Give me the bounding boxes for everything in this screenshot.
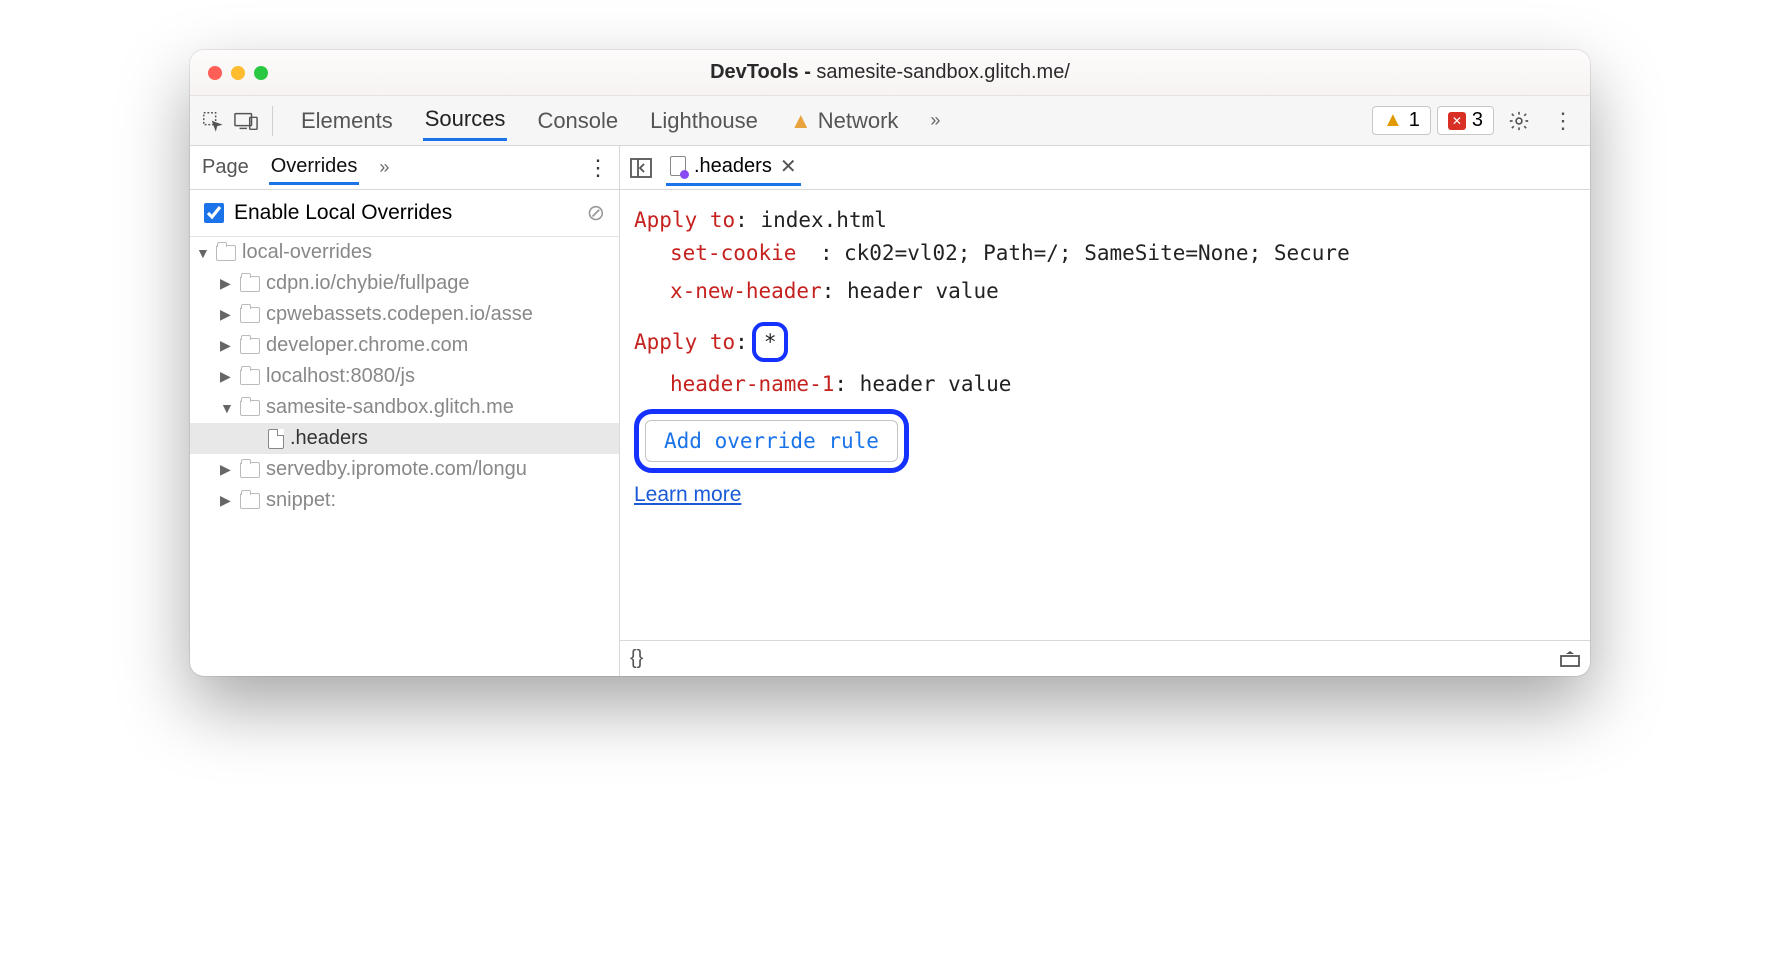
warning-icon: ▲ [1383, 109, 1403, 132]
enable-overrides-row: Enable Local Overrides ⊘ [190, 190, 619, 237]
tree-file-selected[interactable]: .headers [190, 423, 619, 454]
inspect-element-icon[interactable] [198, 107, 226, 135]
tab-console[interactable]: Console [535, 102, 620, 140]
editor-statusbar: {} [620, 640, 1590, 676]
settings-icon[interactable] [1500, 110, 1538, 132]
folder-icon [240, 462, 260, 478]
header-name[interactable]: header-name-1 [670, 372, 834, 396]
headers-editor[interactable]: Apply to: index.html set-cookie : ck02=v… [620, 190, 1590, 640]
file-tab-headers[interactable]: .headers ✕ [666, 150, 801, 186]
sidebar-tabs-overflow[interactable]: » [377, 153, 391, 182]
devtools-window: DevTools - samesite-sandbox.glitch.me/ E… [190, 50, 1590, 676]
folder-icon [240, 493, 260, 509]
tree-folder[interactable]: ▶snippet: [190, 485, 619, 516]
device-toolbar-icon[interactable] [232, 107, 260, 135]
folder-icon [240, 307, 260, 323]
wildcard-highlight: * [752, 322, 789, 363]
drawer-toggle-icon[interactable] [1560, 651, 1580, 667]
tab-network[interactable]: ▲ Network [788, 102, 901, 140]
window-title: DevTools - samesite-sandbox.glitch.me/ [190, 61, 1590, 84]
overrides-tree: ▼ local-overrides ▶cdpn.io/chybie/fullpa… [190, 237, 619, 676]
toggle-navigator-icon[interactable] [630, 158, 652, 178]
editor-pane: .headers ✕ Apply to: index.html set-cook… [620, 146, 1590, 676]
zoom-window-button[interactable] [254, 66, 268, 80]
folder-icon [240, 400, 260, 416]
header-value[interactable]: header value [847, 279, 999, 303]
minimize-window-button[interactable] [231, 66, 245, 80]
sources-sidebar: Page Overrides » ⋮ Enable Local Override… [190, 146, 620, 676]
add-override-rule-button[interactable]: Add override rule [645, 420, 898, 462]
close-window-button[interactable] [208, 66, 222, 80]
file-tabs: .headers ✕ [620, 146, 1590, 190]
header-name[interactable]: x-new-header [670, 279, 822, 303]
add-rule-highlight: Add override rule [634, 409, 909, 473]
warnings-badge[interactable]: ▲ 1 [1372, 106, 1431, 135]
sidebar-tab-page[interactable]: Page [200, 152, 251, 183]
error-icon: ✕ [1448, 112, 1466, 130]
tree-folder-expanded[interactable]: ▼samesite-sandbox.glitch.me [190, 392, 619, 423]
tree-folder[interactable]: ▶servedby.ipromote.com/longu [190, 454, 619, 485]
close-tab-icon[interactable]: ✕ [780, 154, 797, 179]
enable-overrides-checkbox[interactable] [204, 203, 224, 223]
folder-icon [240, 338, 260, 354]
errors-badge[interactable]: ✕ 3 [1437, 106, 1494, 135]
tab-sources[interactable]: Sources [423, 100, 508, 141]
file-icon [268, 429, 284, 449]
main-toolbar: Elements Sources Console Lighthouse ▲ Ne… [190, 96, 1590, 146]
more-options-icon[interactable]: ⋮ [1544, 108, 1582, 134]
sidebar-tab-overrides[interactable]: Overrides [269, 151, 360, 185]
tree-root[interactable]: ▼ local-overrides [190, 237, 619, 268]
tree-folder[interactable]: ▶cdpn.io/chybie/fullpage [190, 268, 619, 299]
tree-folder[interactable]: ▶localhost:8080/js [190, 361, 619, 392]
tab-lighthouse[interactable]: Lighthouse [648, 102, 760, 140]
tree-folder[interactable]: ▶developer.chrome.com [190, 330, 619, 361]
panel-tabs: Elements Sources Console Lighthouse ▲ Ne… [299, 100, 942, 141]
tab-elements[interactable]: Elements [299, 102, 395, 140]
sidebar-tabs: Page Overrides » ⋮ [190, 146, 619, 190]
folder-icon [216, 245, 236, 261]
enable-overrides-label: Enable Local Overrides [234, 201, 452, 225]
warning-count: 1 [1409, 109, 1420, 132]
clear-overrides-icon[interactable]: ⊘ [587, 200, 605, 226]
modified-file-icon [670, 156, 686, 176]
folder-icon [240, 369, 260, 385]
window-controls [190, 66, 268, 80]
folder-icon [240, 276, 260, 292]
tree-folder[interactable]: ▶cpwebassets.codepen.io/asse [190, 299, 619, 330]
titlebar: DevTools - samesite-sandbox.glitch.me/ [190, 50, 1590, 96]
learn-more-link[interactable]: Learn more [634, 479, 741, 512]
header-value[interactable]: ck02=vl02; Path=/; SameSite=None; Secure [844, 237, 1576, 270]
pretty-print-icon[interactable]: {} [630, 647, 643, 670]
header-value[interactable]: header value [860, 372, 1012, 396]
header-name[interactable]: set-cookie [670, 237, 820, 270]
tabs-overflow[interactable]: » [928, 104, 942, 137]
warning-triangle-icon: ▲ [790, 108, 812, 133]
sidebar-more-icon[interactable]: ⋮ [587, 155, 609, 181]
error-count: 3 [1472, 109, 1483, 132]
